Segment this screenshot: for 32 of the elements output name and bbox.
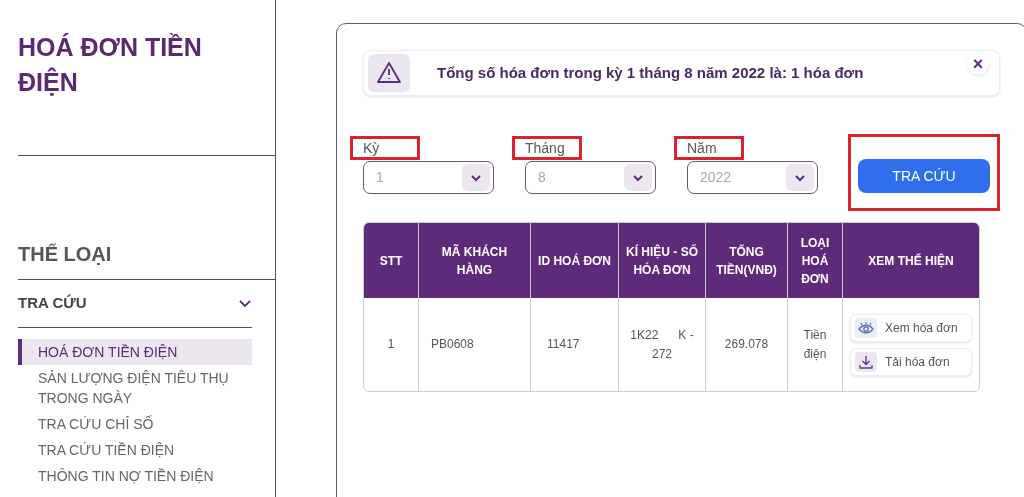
table-cell-text: 1 [386,336,396,353]
warning-icon [368,54,410,92]
column-header: XEM THỂ HIỆN [867,252,955,270]
table-cell-text: 1K22 K - 272 [629,326,695,363]
view-invoice-button[interactable]: Xem hóa đơn [850,313,972,342]
search-button[interactable]: TRA CỨU [858,159,990,193]
table-cell-text: 269.078 [723,336,770,353]
sidebar-item[interactable]: THÔNG TIN NỢ TIỀN ĐIỆN [18,462,252,489]
download-invoice-button[interactable]: Tải hóa đơn [850,347,972,376]
sidebar-item[interactable]: SẢN LƯỢNG ĐIỆN TIÊU THỤ TRONG NGÀY [18,364,252,411]
sidebar-item[interactable]: HOÁ ĐƠN TIỀN ĐIỆN [18,338,252,365]
category-toggle[interactable]: TRA CỨU [18,280,252,328]
download-icon [855,351,877,372]
filter-label: Kỳ [363,138,380,158]
alert-message: Tổng số hóa đơn trong kỳ 1 tháng 8 năm 2022 là: 1 hóa đơn [437,62,865,83]
page-title: HOÁ ĐƠN TIỀN ĐIỆN [18,32,203,98]
table-cell-text: 11417 [546,336,581,353]
column-header: TỔNG TIỀN(VNĐ) [706,223,788,298]
table-cell-text: PB0608 [430,336,475,353]
column-header: STT [364,223,419,298]
filter-label: Năm [687,138,717,158]
section-title: THỂ LOẠI [18,242,113,267]
table-cell-text: Tiền điện [802,326,828,363]
filter-label: Tháng [525,138,565,158]
close-button[interactable]: × [967,53,989,75]
column-header: ID HOÁ ĐƠN [531,223,619,298]
column-header: MÃ KHÁCH HÀNG [419,223,531,298]
sidebar-item[interactable]: TRA CỨU TIỀN ĐIỆN [18,436,252,463]
sidebar-item[interactable]: TRA CỨU CHỈ SỐ [18,410,252,437]
eye-icon [855,317,877,338]
column-header: LOẠI HOÁ ĐƠN [788,223,843,298]
column-header: KÍ HIỆU - SỐ HÓA ĐƠN [619,223,706,298]
